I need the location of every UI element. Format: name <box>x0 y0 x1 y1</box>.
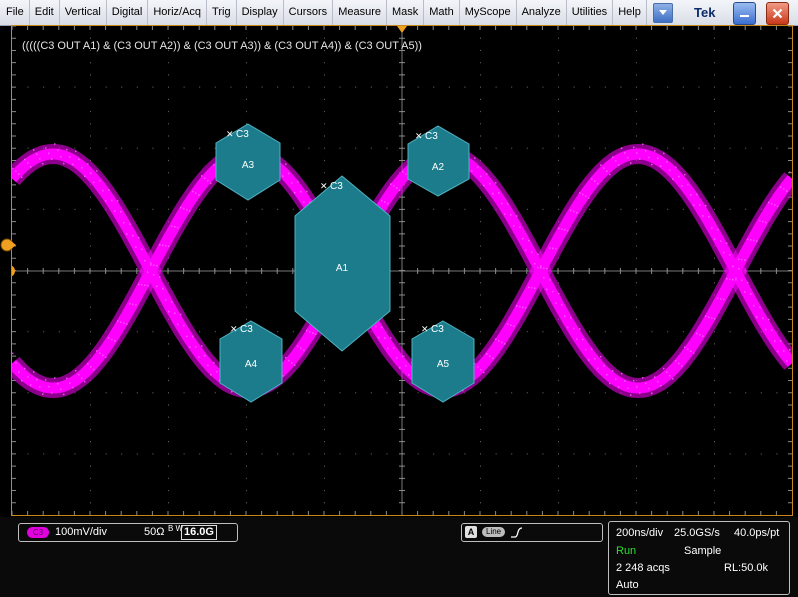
brand-logo: Tek <box>694 5 716 20</box>
mask-label-a1: A1 <box>336 263 349 274</box>
mask-test-formula: (((((C3 OUT A1) & (C3 OUT A2)) & (C3 OUT… <box>22 40 422 52</box>
menu-mask[interactable]: Mask <box>387 0 425 25</box>
mask-cross-icon: ✕ <box>421 324 429 334</box>
acquisition-count: 2 248 acqs <box>616 562 670 574</box>
timebase: 200ns/div <box>616 527 664 539</box>
channel-offset-marker-icon[interactable] <box>0 237 16 253</box>
mask-cross-icon: ✕ <box>415 131 423 141</box>
mask-channel-label: C3 <box>236 129 249 140</box>
menu-help[interactable]: Help <box>613 0 647 25</box>
grid-dots <box>12 26 778 504</box>
mask-cross-icon: ✕ <box>230 324 238 334</box>
termination: 50Ω <box>144 526 165 538</box>
close-icon <box>772 8 783 19</box>
acquisition-mode: Sample <box>684 545 722 557</box>
run-state: Run <box>616 545 637 557</box>
menu-dropdown-button[interactable] <box>652 2 673 23</box>
mask-label-a4: A4 <box>245 359 258 370</box>
mask-cross-icon: ✕ <box>320 181 328 191</box>
mask-channel-label: C3 <box>425 131 438 142</box>
channel-badge[interactable]: C3 <box>27 527 49 538</box>
sample-rate: 25.0GS/s <box>674 527 720 539</box>
menu-utilities[interactable]: Utilities <box>567 0 614 25</box>
vertical-scale: 100mV/div <box>55 526 107 538</box>
menu-cursors[interactable]: Cursors <box>284 0 334 25</box>
mask-channel-label: C3 <box>330 181 343 192</box>
menu-horiz-acq[interactable]: Horiz/Acq <box>148 0 208 25</box>
resolution: 40.0ps/pt <box>734 527 780 539</box>
mask-channel-label: C3 <box>431 324 444 335</box>
acquisition-readout[interactable]: 200ns/div 25.0GS/s 40.0ps/pt Run Sample … <box>608 521 790 595</box>
rising-edge-icon <box>511 527 523 538</box>
record-length: RL:50.0k <box>724 562 769 574</box>
trigger-source: A <box>465 526 477 538</box>
menu-myscope[interactable]: MyScope <box>460 0 517 25</box>
menu-trig[interactable]: Trig <box>207 0 237 25</box>
close-button[interactable] <box>766 2 789 25</box>
menu-bar: File Edit Vertical Digital Horiz/Acq Tri… <box>0 0 798 26</box>
trigger-readout[interactable]: A Line <box>461 523 603 542</box>
minimize-icon <box>740 15 749 17</box>
trigger-position-icon <box>397 26 407 33</box>
menu-edit[interactable]: Edit <box>30 0 60 25</box>
mask-label-a2: A2 <box>432 162 445 173</box>
mask-label-a3: A3 <box>242 160 255 171</box>
channel-ground-marker-icon <box>12 265 15 277</box>
bandwidth-value: 16.0G <box>181 525 217 540</box>
mask-channel-label: C3 <box>240 324 253 335</box>
menu-vertical[interactable]: Vertical <box>60 0 107 25</box>
menu-math[interactable]: Math <box>424 0 460 25</box>
trigger-coupling: Line <box>482 527 506 537</box>
menu-analyze[interactable]: Analyze <box>517 0 567 25</box>
menu-file[interactable]: File <box>0 0 30 25</box>
graticule[interactable]: A1✕ C3A2✕ C3A3✕ C3A4✕ C3A5✕ C3 <box>12 26 792 515</box>
mask-label-a5: A5 <box>437 359 450 370</box>
channel-readout[interactable]: C3 100mV/div 50Ω B W 16.0G <box>18 523 238 542</box>
minimize-button[interactable] <box>733 2 756 25</box>
menu-display[interactable]: Display <box>237 0 284 25</box>
mask-cross-icon: ✕ <box>226 129 234 139</box>
menu-measure[interactable]: Measure <box>333 0 387 25</box>
menu-digital[interactable]: Digital <box>107 0 149 25</box>
trigger-mode: Auto <box>616 579 639 591</box>
chevron-down-icon <box>658 9 667 15</box>
